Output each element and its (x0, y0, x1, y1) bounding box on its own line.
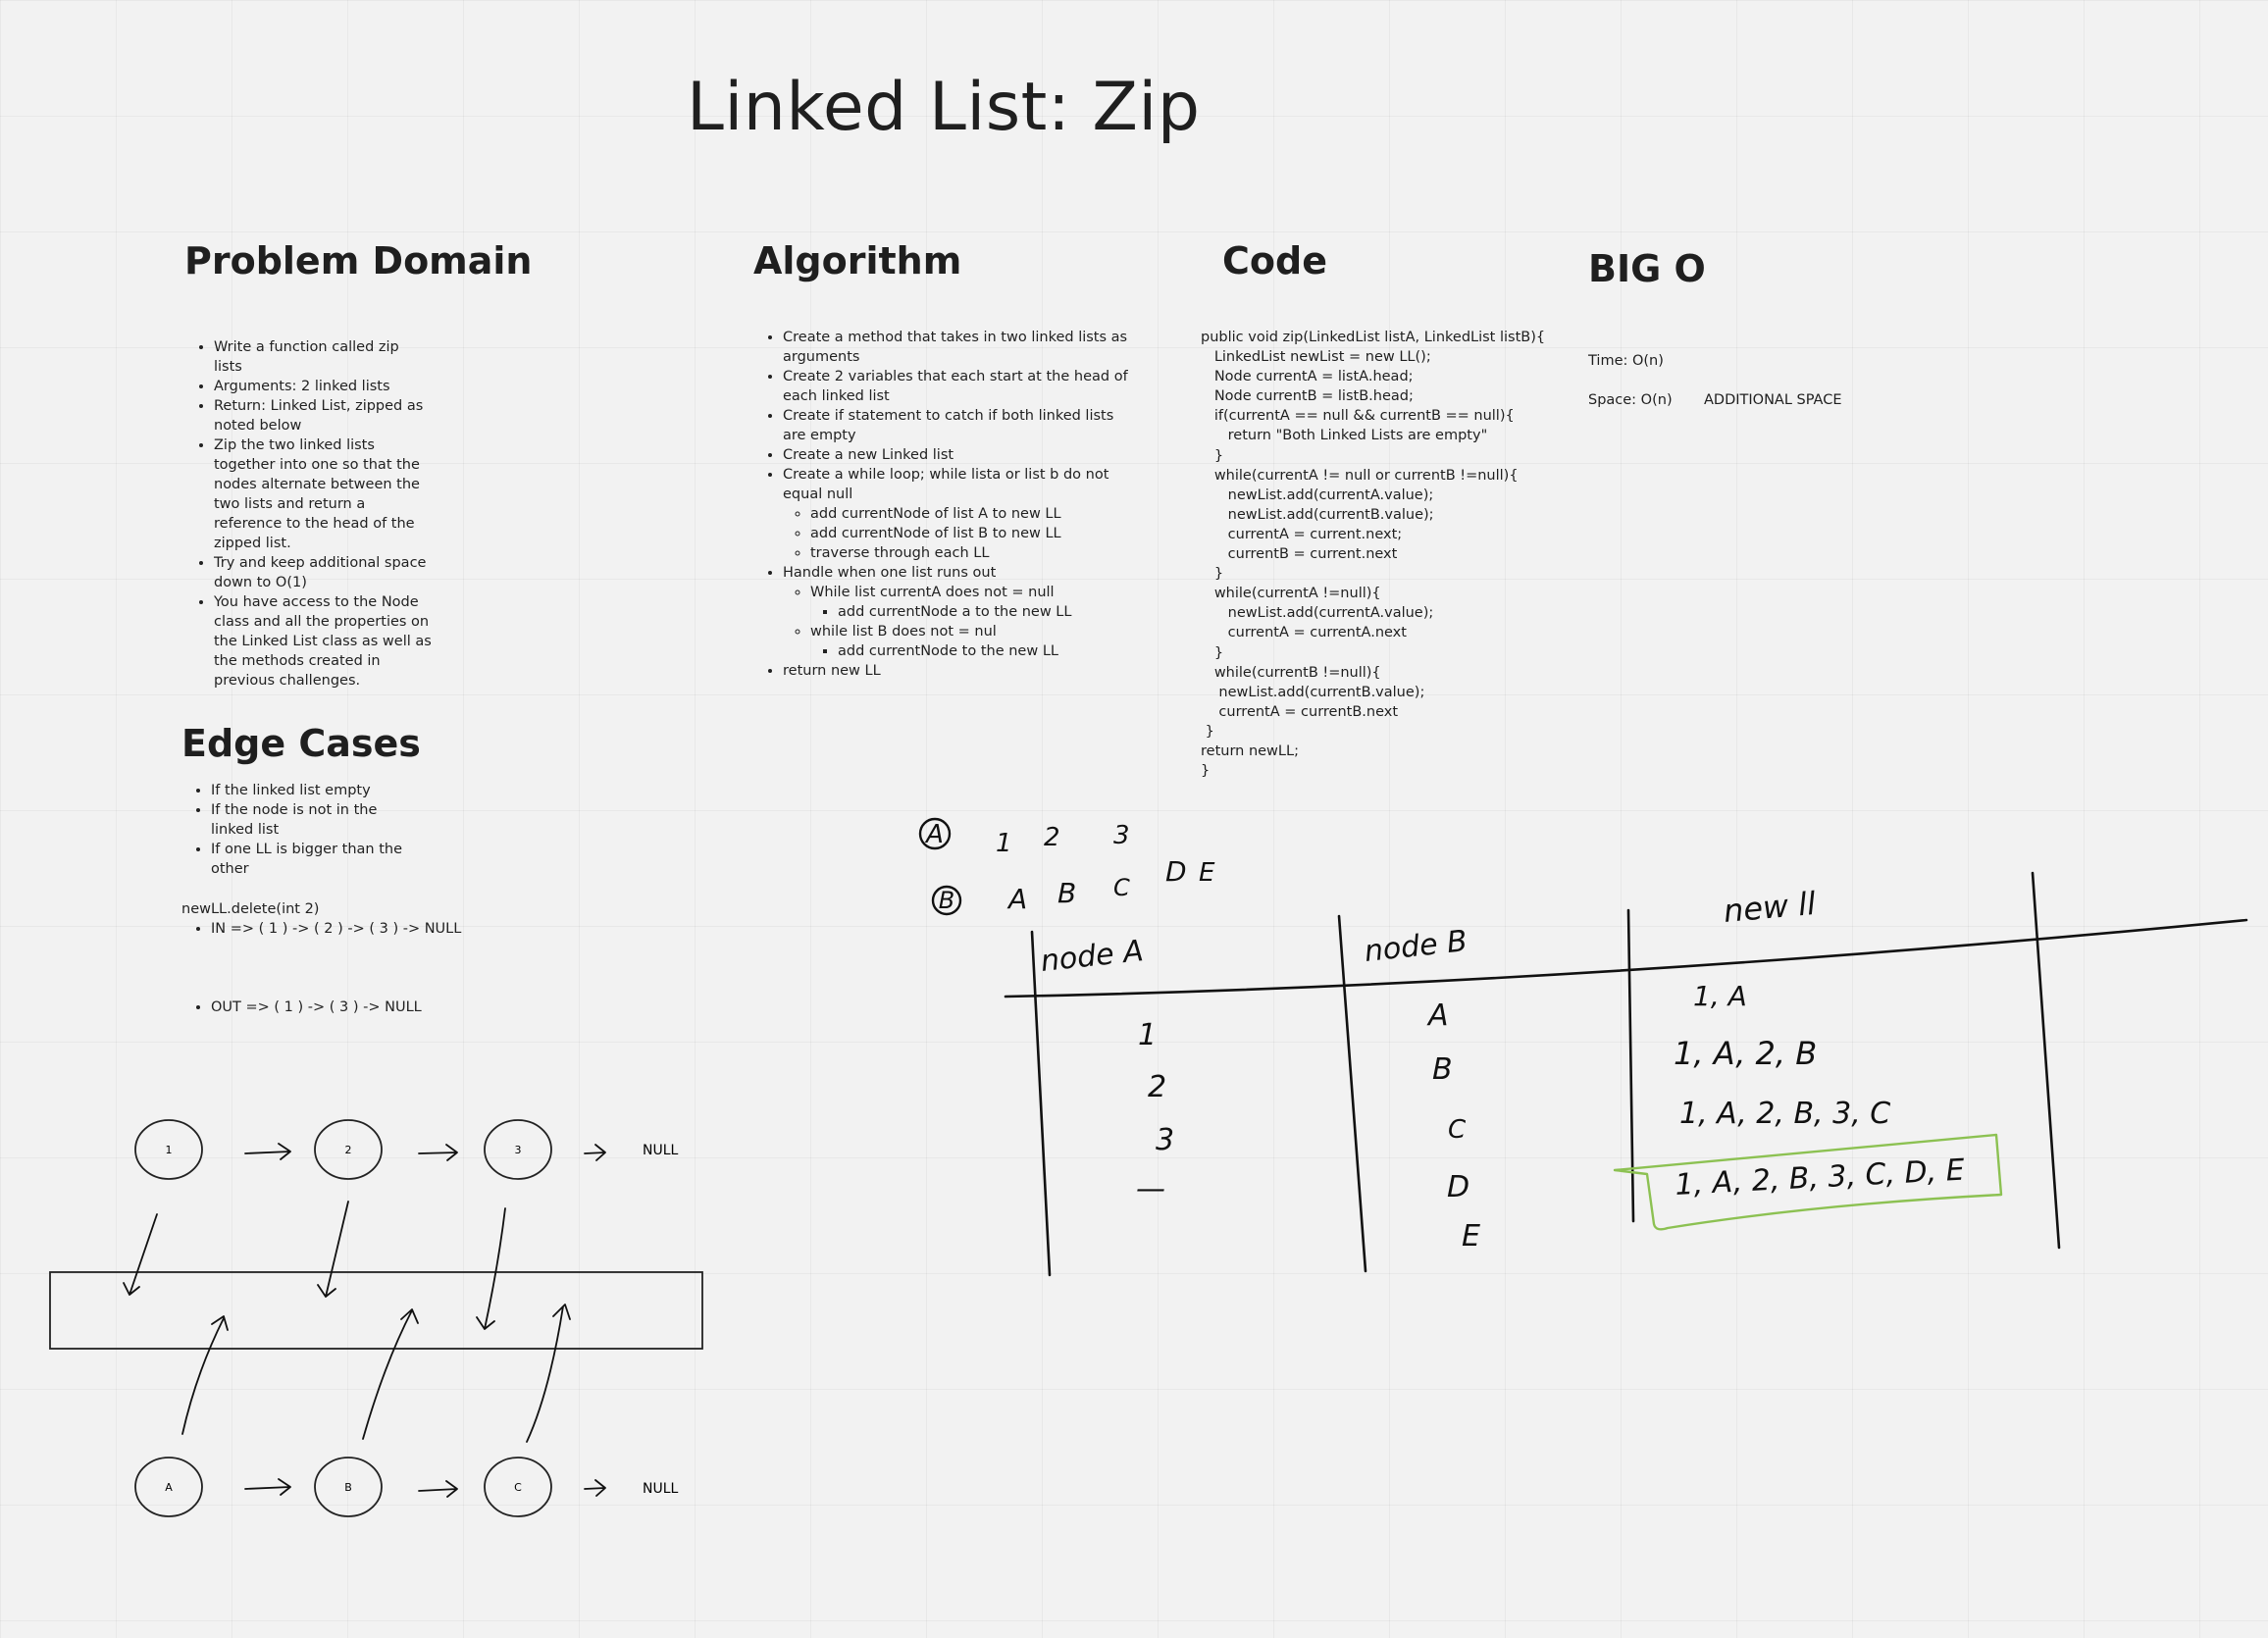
column-header: new ll (1722, 885, 1817, 930)
sketch-value: 2 (1148, 1070, 1166, 1104)
sketch-value: B (1057, 877, 1076, 909)
table-divider (2031, 871, 2061, 1250)
sketch-row: 1, A, 2, B (1674, 1035, 1817, 1072)
arrow-icon (476, 1207, 506, 1330)
sketch-value: A (1426, 998, 1449, 1033)
arrow-icon (584, 1144, 606, 1161)
arrow-icon (584, 1479, 606, 1497)
sketch-value: B (1432, 1052, 1453, 1087)
sketch-row: 1, A (1693, 980, 1747, 1012)
column-header: node B (1363, 924, 1469, 969)
sketch-value: D (1165, 855, 1187, 888)
table-divider (1337, 914, 1367, 1273)
node-label: C (514, 1481, 522, 1494)
sketch-value: D (1447, 1170, 1469, 1204)
drawing-canvas: 1 2 3 NULL A B C NULL A 1 2 3 B A B C D … (49, 817, 2248, 1517)
sketch-value: E (1199, 858, 1215, 888)
sketch-row: 1, A, 2, B, 3, C (1679, 1097, 1890, 1131)
sketch-value: 1 (996, 829, 1012, 858)
linked-list-a-diagram: 1 2 3 NULL (134, 1119, 679, 1180)
arrow-icon (181, 1315, 229, 1435)
table-divider (1626, 908, 1635, 1223)
arrow-icon (317, 1201, 349, 1298)
null-label: NULL (643, 1143, 679, 1158)
list-a-label: A (924, 820, 944, 849)
sketch-value: C (1448, 1115, 1467, 1145)
sketch-value: A (1006, 883, 1027, 915)
node-label: 2 (345, 1144, 352, 1156)
sketch-value: 3 (1156, 1123, 1174, 1157)
sketch-value: E (1462, 1219, 1480, 1254)
node-label: 3 (515, 1144, 522, 1156)
sketch-value: 3 (1113, 821, 1130, 850)
table-divider (1030, 930, 1052, 1277)
sketch-value: 1 (1138, 1018, 1157, 1052)
list-b-label: B (939, 887, 954, 914)
arrow-icon (123, 1213, 158, 1296)
sketch-value: 2 (1044, 823, 1060, 852)
table-header-line (1004, 918, 2248, 998)
column-header: node A (1039, 934, 1145, 979)
arrow-icon (244, 1478, 291, 1496)
sketch-value: C (1113, 874, 1130, 901)
arrow-icon (244, 1143, 291, 1160)
arrow-icon (418, 1144, 458, 1161)
null-label: NULL (643, 1481, 679, 1497)
zip-container (49, 1271, 703, 1350)
linked-list-b-diagram: A B C NULL (134, 1457, 679, 1517)
arrow-icon (418, 1480, 458, 1498)
arrow-icon (362, 1308, 419, 1440)
node-label: B (344, 1481, 352, 1494)
sketch-value: — (1136, 1172, 1165, 1206)
arrow-icon (526, 1304, 571, 1443)
handwritten-sketch: A 1 2 3 B A B C D E node A node B new ll… (918, 817, 2248, 1277)
node-label: A (165, 1481, 173, 1494)
node-label: 1 (166, 1144, 173, 1156)
